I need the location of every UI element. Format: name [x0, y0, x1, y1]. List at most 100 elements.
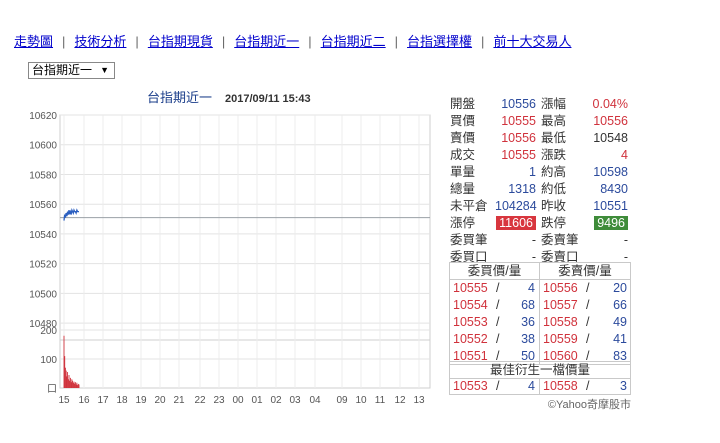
x-tick-label: 21	[173, 395, 185, 406]
slash: /	[496, 298, 500, 312]
quote-label-ask-orders: 委賣筆	[541, 233, 579, 247]
quote-label-chg: 漲跌	[541, 148, 567, 162]
best-derived-box: 最佳衍生一檔價量 10553 / 4 10558 / 3	[449, 361, 631, 395]
quote-label-prev-close: 昨收	[541, 199, 567, 213]
quote-label-limit-down: 跌停	[541, 216, 567, 230]
quote-value-oi: 104284	[495, 199, 537, 213]
slash: /	[496, 315, 500, 329]
nav-taiex-options[interactable]: 台指選擇權	[407, 34, 472, 49]
quote-label-oi: 未平倉	[450, 199, 488, 213]
nav-taiex-near2[interactable]: 台指期近二	[321, 34, 386, 49]
slash: /	[586, 315, 590, 329]
quote-label-ask: 賣價	[450, 131, 476, 145]
y-tick-label: 10600	[29, 141, 57, 152]
quote-value-last: 10555	[501, 148, 536, 162]
quote-label-low: 最低	[541, 131, 567, 145]
y-tick-label: 10560	[29, 200, 57, 211]
ask-price: 10559	[543, 332, 578, 346]
quote-value-ask-orders: -	[623, 233, 628, 247]
ask-price: 10556	[543, 281, 578, 295]
best-ask-price: 10558	[543, 379, 578, 393]
nav-taiex-near1[interactable]: 台指期近一	[234, 34, 299, 49]
nav-technical-analysis[interactable]: 技術分析	[74, 34, 126, 49]
slash: /	[586, 379, 590, 393]
nav-top10-traders[interactable]: 前十大交易人	[493, 34, 571, 49]
nav-separator: |	[481, 34, 485, 49]
nav-taiex-spot[interactable]: 台指期現貨	[148, 34, 213, 49]
x-tick-label: 18	[116, 395, 128, 406]
ask-qty: 66	[613, 298, 627, 312]
contract-select[interactable]: 台指期近一 ▼	[28, 62, 115, 79]
quote-label-open: 開盤	[450, 97, 476, 111]
quote-label-tick-vol: 單量	[450, 165, 476, 179]
ask-price: 10557	[543, 298, 578, 312]
bid-price: 10555	[453, 281, 488, 295]
slash: /	[496, 379, 500, 393]
quote-value-about-high: 10598	[593, 165, 628, 179]
chart-frame	[59, 114, 431, 389]
ask-qty: 49	[613, 315, 627, 329]
y-tick-label: 10620	[29, 111, 57, 122]
quote-value-ask: 10556	[501, 131, 536, 145]
quote-value-about-low: 8430	[600, 182, 628, 196]
x-tick-label: 17	[97, 395, 109, 406]
quote-label-limit-up: 漲停	[450, 216, 476, 230]
best-bid-price: 10553	[453, 379, 488, 393]
quote-value-chg: 4	[621, 148, 628, 162]
volume-tick-label: 100	[40, 355, 57, 366]
x-tick-label: 10	[355, 395, 367, 406]
chevron-down-icon: ▼	[100, 65, 109, 75]
x-tick-label: 15	[58, 395, 70, 406]
bid-qty: 38	[521, 332, 535, 346]
quote-value-limit-down: 9496	[578, 215, 628, 232]
x-tick-label: 11	[375, 395, 386, 406]
price-chart: 1062010600105801056010540105201050010480…	[29, 90, 431, 406]
order-book: 委買價/量 委賣價/量 10555 / 4 10556 / 20 10554 / 68 10557…	[449, 262, 631, 365]
bid-qty: 36	[521, 315, 535, 329]
quote-value-prev-close: 10551	[593, 199, 628, 213]
x-tick-label: 04	[309, 395, 321, 406]
x-tick-label: 01	[251, 395, 263, 406]
quote-value-bid: 10555	[501, 114, 536, 128]
quote-value-low: 10548	[593, 131, 628, 145]
quote-label-about-high: 約高	[541, 165, 567, 179]
quote-value-total-vol: 1318	[508, 182, 536, 196]
y-tick-label: 10500	[29, 289, 57, 300]
slash: /	[496, 332, 500, 346]
x-tick-label: 23	[213, 395, 225, 406]
footer-credit: ©Yahoo奇摩股市	[547, 399, 631, 411]
quote-label-last: 成交	[450, 148, 476, 162]
bid-qty: 68	[521, 298, 535, 312]
ask-qty: 20	[613, 281, 627, 295]
quote-label-high: 最高	[541, 114, 567, 128]
x-tick-label: 02	[270, 395, 282, 406]
chart-title-name: 台指期近一	[147, 90, 212, 105]
volume-tick-label: 200	[40, 326, 57, 337]
ask-qty: 41	[613, 332, 627, 346]
y-tick-label: 10580	[29, 170, 57, 181]
best-bid-qty: 4	[528, 379, 535, 393]
chart-title-time: 2017/09/11 15:43	[225, 93, 311, 105]
slash: /	[586, 298, 590, 312]
x-tick-label: 09	[336, 395, 348, 406]
nav-separator: |	[221, 34, 226, 49]
ask-header: 委賣價/量	[558, 264, 612, 278]
nav-separator: |	[62, 34, 66, 49]
x-tick-label: 22	[194, 395, 206, 406]
nav-trend-chart[interactable]: 走勢圖	[14, 34, 53, 49]
slash: /	[586, 332, 590, 346]
ask-price: 10558	[543, 315, 578, 329]
x-tick-label: 13	[413, 395, 425, 406]
x-tick-label: 00	[232, 395, 244, 406]
slash: /	[496, 281, 500, 295]
nav-separator: |	[308, 34, 312, 49]
bid-price: 10553	[453, 315, 488, 329]
quote-label-chg-pct: 漲幅	[541, 97, 567, 111]
y-tick-label: 10520	[29, 260, 57, 271]
quote-value-chg-pct: 0.04%	[592, 97, 628, 111]
quote-label-bid: 買價	[450, 114, 476, 128]
quote-label-bid-orders: 委買筆	[450, 233, 488, 247]
y-tick-label: 10540	[29, 230, 57, 241]
quote-value-tick-vol: 1	[529, 165, 536, 179]
best-ask-qty: 3	[620, 379, 627, 393]
